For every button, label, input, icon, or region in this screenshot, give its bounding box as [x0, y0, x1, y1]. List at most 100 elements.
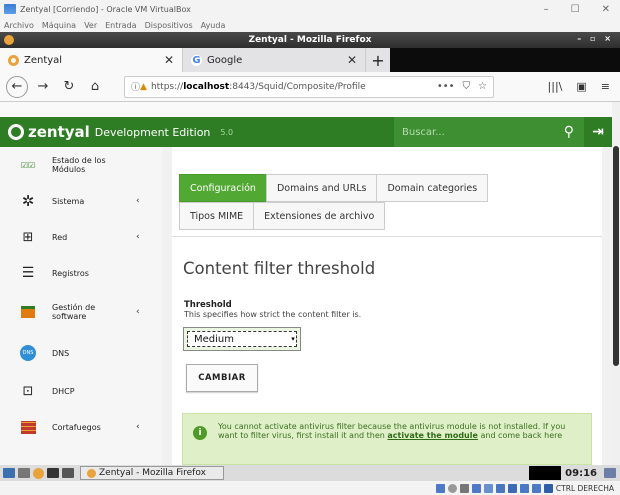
browser-tabbar: Zentyal ✕ G Google ✕ +: [0, 48, 620, 72]
zentyal-favicon-icon: [8, 54, 19, 66]
search-input[interactable]: Buscar... ⚲: [394, 117, 584, 147]
display-icon[interactable]: [507, 483, 517, 493]
optical-drive-icon[interactable]: [447, 483, 457, 493]
virtualbox-statusbar: CTRL DERECHA: [0, 481, 620, 495]
network-adapter-icon[interactable]: [471, 483, 481, 493]
threshold-select[interactable]: Medium ▾: [183, 327, 301, 351]
tray-icon[interactable]: [604, 468, 616, 478]
sidebar-item-red[interactable]: ⊞ Red ‹: [0, 219, 162, 255]
google-favicon-icon: G: [191, 54, 202, 66]
forward-icon[interactable]: →: [32, 76, 54, 98]
menu-ayuda[interactable]: Ayuda: [201, 21, 226, 30]
library-icon[interactable]: |||\: [548, 80, 563, 93]
tab-domains-urls[interactable]: Domains and URLs: [265, 174, 378, 202]
sidebar-item-cortafuegos[interactable]: Cortafuegos ‹: [0, 409, 162, 445]
page-scrollbar[interactable]: [612, 102, 620, 465]
threshold-hint: This specifies how strict the content fi…: [184, 310, 362, 319]
firefox-window-controls[interactable]: – ▫ ×: [577, 34, 614, 43]
menu-ver[interactable]: Ver: [84, 21, 97, 30]
tabs-divider: [172, 236, 602, 237]
minimize-icon[interactable]: –: [544, 4, 549, 15]
bookmark-star-icon[interactable]: ☆: [478, 81, 487, 92]
reload-icon[interactable]: ↻: [58, 76, 80, 98]
info-icon[interactable]: ⓘ: [131, 80, 140, 93]
dashboard-icon: ☑☑: [20, 160, 36, 170]
tab-domain-categories[interactable]: Domain categories: [376, 174, 489, 202]
menu-archivo[interactable]: Archivo: [4, 21, 34, 30]
files-icon[interactable]: [62, 468, 74, 478]
firefox-titlebar: Zentyal - Mozilla Firefox – ▫ ×: [0, 32, 620, 48]
chevron-left-icon: ‹: [136, 232, 140, 242]
home-icon[interactable]: ⌂: [84, 76, 106, 98]
config-tabs: Configuración Domains and URLs Domain ca…: [179, 174, 489, 202]
show-desktop-icon[interactable]: [18, 468, 30, 478]
search-icon[interactable]: ⚲: [564, 124, 574, 140]
taskbar-window-label: Zentyal - Mozilla Firefox: [99, 468, 206, 478]
section-heading: Content filter threshold: [183, 259, 376, 278]
sidebar-item-dns[interactable]: DNS DNS: [0, 333, 162, 373]
threshold-select-value: Medium: [187, 331, 297, 347]
page-actions-icon[interactable]: •••: [437, 81, 455, 92]
sidebar-item-sistema[interactable]: ✲ Sistema ‹: [0, 183, 162, 219]
cpu-icon[interactable]: [531, 483, 541, 493]
window-controls: – ☐ ✕: [544, 4, 620, 15]
close-tab-icon[interactable]: ✕: [164, 53, 174, 67]
firefox-launcher-icon[interactable]: [33, 467, 44, 479]
sidebar-toggle-icon[interactable]: ▣: [576, 80, 586, 93]
tab-tipos-mime[interactable]: Tipos MIME: [179, 202, 255, 230]
terminal-icon[interactable]: [47, 468, 59, 478]
chevron-left-icon: ‹: [136, 422, 140, 432]
menu-dispositivos[interactable]: Dispositivos: [145, 21, 193, 30]
firefox-logo-icon: [87, 468, 96, 478]
menu-launcher-icon[interactable]: [3, 468, 15, 478]
sidebar-item-estado-modulos[interactable]: ☑☑ Estado de los Módulos: [0, 147, 162, 183]
back-icon[interactable]: ←: [6, 75, 28, 98]
sidebar-item-label: Sistema: [52, 196, 85, 206]
shared-folders-icon[interactable]: [495, 483, 505, 493]
chevron-left-icon: ‹: [136, 307, 140, 317]
sidebar-item-dhcp[interactable]: ⊡ DHCP: [0, 373, 162, 409]
new-tab-button[interactable]: +: [366, 48, 390, 72]
dns-icon: DNS: [20, 345, 36, 361]
menu-maquina[interactable]: Máquina: [42, 21, 76, 30]
scrollbar-thumb[interactable]: [613, 146, 619, 366]
threshold-label: Threshold: [184, 300, 232, 310]
hard-disk-icon[interactable]: [435, 483, 445, 493]
url-bar[interactable]: ⓘ ▲ https:// localhost :8443/Squid/Compo…: [124, 75, 494, 98]
clock[interactable]: 09:16: [565, 468, 597, 479]
sidebar-item-label: Gestión de software: [52, 303, 96, 321]
cambiar-button[interactable]: CAMBIAR: [186, 364, 258, 392]
zentyal-logo-icon: [8, 124, 24, 140]
tab-google[interactable]: G Google ✕: [183, 48, 366, 72]
tab-configuracion[interactable]: Configuración: [179, 174, 267, 202]
url-host: localhost: [183, 81, 230, 92]
zentyal-logo[interactable]: zentyal Development Edition 5.0: [8, 123, 233, 141]
video-capture-icon[interactable]: [519, 483, 529, 493]
usb-icon[interactable]: [483, 483, 493, 493]
close-icon[interactable]: ✕: [602, 4, 610, 15]
cpu-monitor-graph: [529, 466, 562, 480]
mouse-integration-icon[interactable]: [543, 483, 553, 493]
host-key-label: CTRL DERECHA: [555, 483, 614, 493]
sidebar-item-gestion-software[interactable]: Gestión de software ‹: [0, 291, 162, 333]
pocket-icon[interactable]: ⛉: [463, 81, 471, 92]
logout-icon[interactable]: ⇥: [584, 117, 612, 147]
tab-label: Zentyal: [24, 54, 63, 66]
maximize-icon[interactable]: ☐: [571, 4, 580, 15]
hamburger-menu-icon[interactable]: ≡: [601, 80, 610, 93]
lock-warning-icon[interactable]: ▲: [140, 82, 147, 92]
sidebar-item-label: Estado de los Módulos: [52, 156, 106, 174]
chevron-down-icon[interactable]: ▾: [288, 330, 298, 348]
sidebar-item-label: DNS: [52, 348, 70, 358]
activate-module-link[interactable]: activate the module: [387, 431, 478, 440]
close-tab-icon[interactable]: ✕: [347, 53, 357, 67]
sidebar-item-registros[interactable]: ☰ Registros: [0, 255, 162, 291]
chevron-left-icon: ‹: [136, 196, 140, 206]
guest-taskbar: Zentyal - Mozilla Firefox 09:16: [0, 465, 620, 481]
taskbar-window-button[interactable]: Zentyal - Mozilla Firefox: [80, 466, 224, 480]
tab-zentyal[interactable]: Zentyal ✕: [0, 48, 183, 72]
brand-name: zentyal: [28, 123, 90, 141]
menu-entrada[interactable]: Entrada: [105, 21, 136, 30]
audio-icon[interactable]: [459, 483, 469, 493]
tab-extensiones-archivo[interactable]: Extensiones de archivo: [253, 202, 386, 230]
